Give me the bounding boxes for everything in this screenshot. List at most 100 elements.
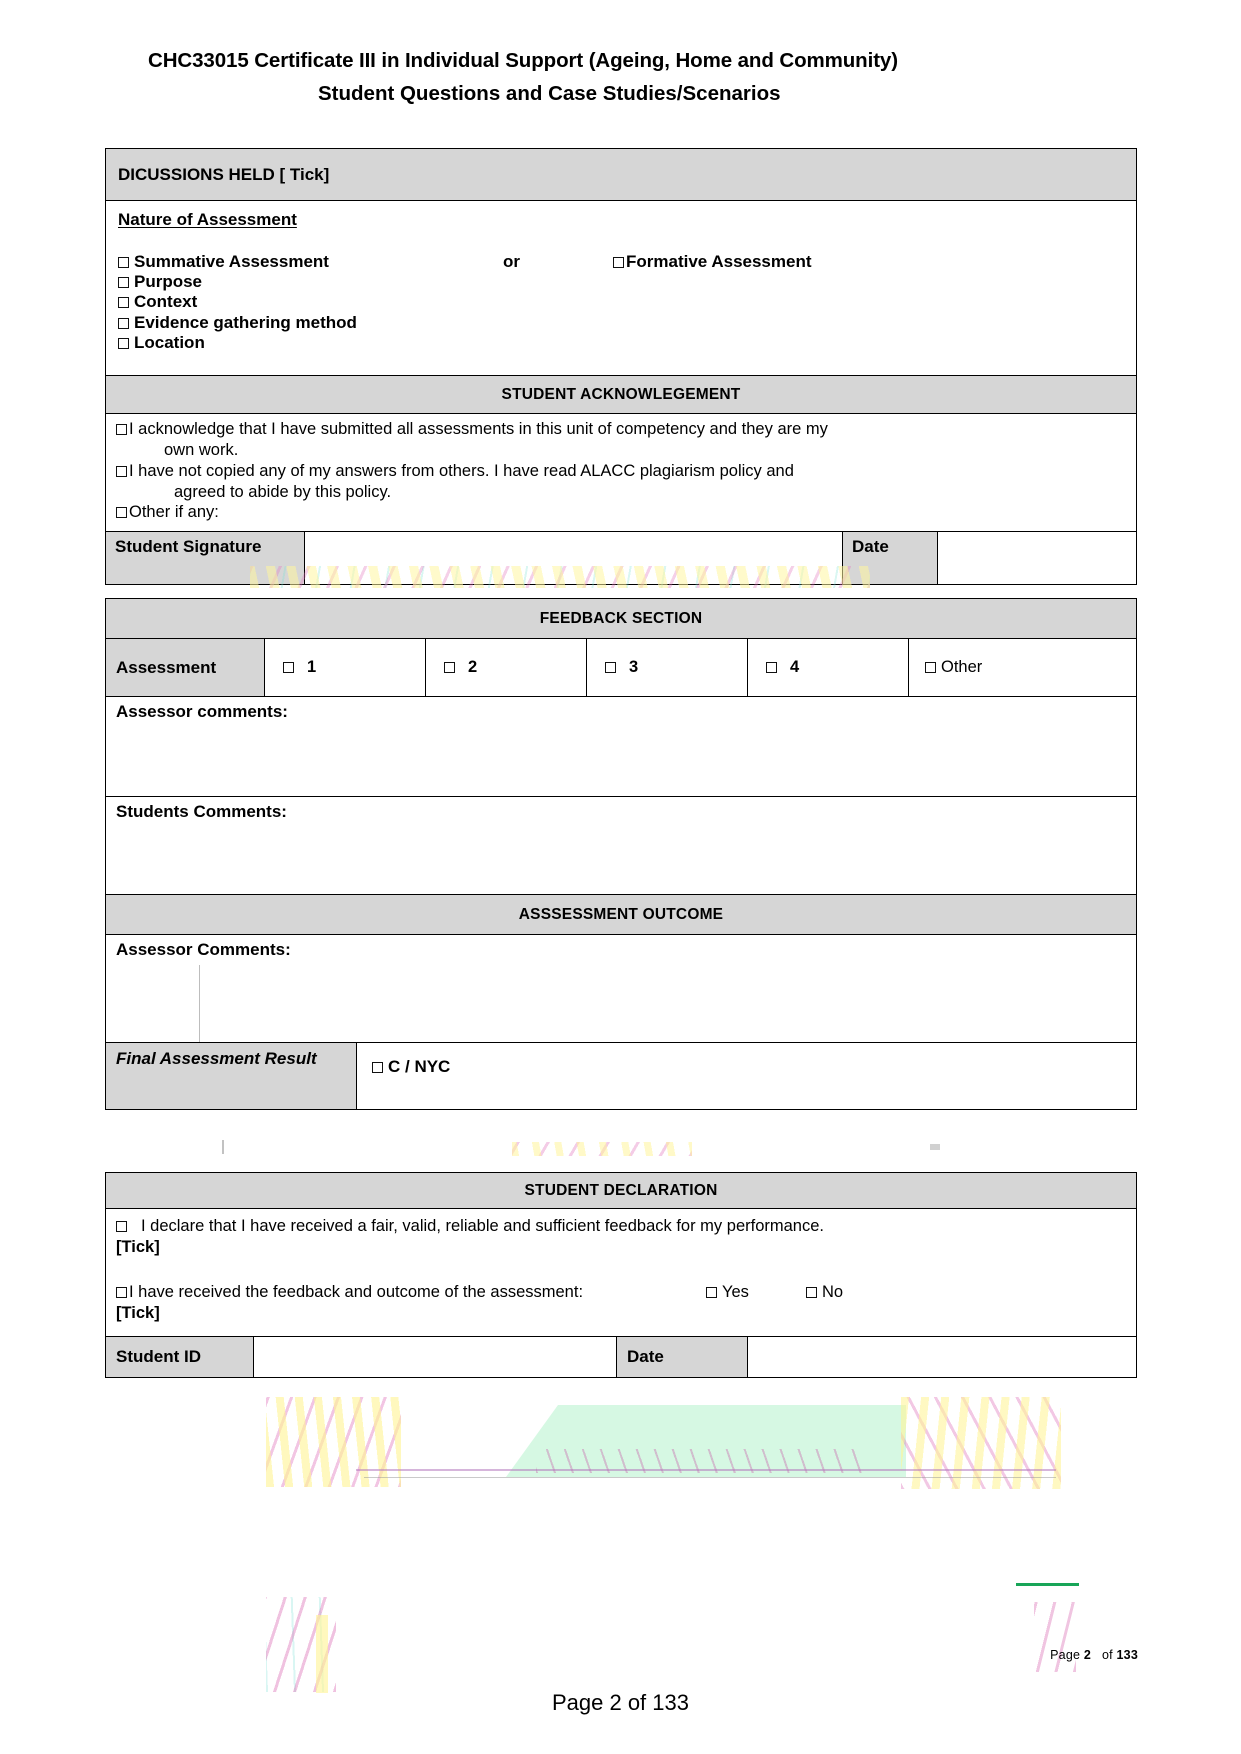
checkbox-received-feedback-yes[interactable]: Yes [706,1282,806,1303]
checkbox-formative-assessment[interactable]: Formative Assessment [613,252,812,272]
inner-column-rule [199,965,200,1042]
assessment-outcome-heading: ASSSESSMENT OUTCOME [106,895,1136,935]
student-acknowledgement-heading-label: STUDENT ACKNOWLEGEMENT [501,385,741,403]
checkbox-icon[interactable] [116,507,127,519]
scan-artifact-students-yellow [316,1615,328,1693]
checkbox-icon[interactable] [118,317,129,329]
student-signature-label: Student Signature [106,532,305,585]
checkbox-icon[interactable] [116,1221,127,1232]
location-label: Location [134,332,205,352]
feedback-section-table: FEEDBACK SECTION Assessment 1 2 3 4 Othe… [105,598,1137,1693]
checkbox-acknowledge-own-work[interactable]: I acknowledge that I have submitted all … [116,419,1126,439]
checkbox-assessment-other[interactable]: Other [909,639,1136,696]
checkbox-received-feedback[interactable]: I have received the feedback and outcome… [116,1282,706,1303]
checkbox-assessment-2[interactable]: 2 [426,639,587,696]
acknowledge-own-work-label-cont: own work. [164,441,239,460]
final-result-label: C / NYC [388,1057,451,1076]
student-acknowledgement-heading: STUDENT ACKNOWLEGEMENT [106,376,1136,414]
page-title: CHC33015 Certificate III in Individual S… [148,49,898,72]
scan-artifact-tail-2 [930,1144,940,1150]
checkbox-other-if-any[interactable]: Other if any: [116,502,1126,522]
scan-artifact-strike-2 [364,1477,1056,1478]
no-label: No [822,1283,844,1302]
checkbox-summative-assessment[interactable]: Summative Assessment [118,252,503,272]
declare-fair-feedback-label: I declare that I have received a fair, v… [141,1217,824,1235]
footer-page-of: of [1102,1648,1113,1662]
scan-artifact-band-2 [512,1142,692,1156]
assessment-other-label: Other [941,658,983,676]
checkbox-assessment-1[interactable]: 1 [265,639,426,696]
checkbox-icon[interactable] [118,257,129,268]
student-declaration-body: I declare that I have received a fair, v… [106,1209,1136,1337]
checkbox-icon[interactable] [444,662,455,673]
checkbox-received-feedback-no[interactable]: No [806,1282,843,1303]
summative-formative-row: Summative Assessment or Formative Assess… [118,252,1124,272]
feedback-section-heading: FEEDBACK SECTION [106,599,1136,639]
checkbox-purpose[interactable]: Purpose [118,272,1124,292]
checkbox-icon[interactable] [925,662,936,673]
scan-artifact-strike [356,1469,1056,1471]
checkbox-icon[interactable] [116,465,127,477]
or-separator: or [503,252,520,271]
student-id-date-label: Date [617,1336,748,1377]
assessor-comments-field-2[interactable]: Assessor Comments: [106,935,1136,1043]
assessor-comments-label-2: Assessor Comments: [116,940,291,959]
checkbox-icon[interactable] [766,662,777,673]
checkbox-icon[interactable] [118,297,129,309]
checkbox-icon[interactable] [116,1287,127,1299]
checkbox-icon[interactable] [613,257,624,268]
final-assessment-result-row: Final Assessment Result C / NYC [106,1043,1136,1109]
checkbox-icon[interactable] [116,424,127,435]
scan-artifact-scribble [536,1449,866,1473]
document-header: CHC33015 Certificate III in Individual S… [148,48,1098,107]
footer-page-prefix: Page [1050,1648,1081,1662]
footer-page-total: 133 [1116,1648,1138,1662]
assessor-comments-field-1[interactable]: Assessor comments: [106,697,1136,1489]
checkbox-assessment-4[interactable]: 4 [748,639,909,696]
student-acknowledgement-body: I acknowledge that I have submitted all … [106,414,1136,533]
checkbox-icon[interactable] [118,337,129,349]
assessment-4-label: 4 [790,658,800,676]
checkbox-icon[interactable] [372,1062,383,1073]
students-comments-label: Students Comments: [116,802,287,821]
final-assessment-result-label: Final Assessment Result [106,1043,357,1109]
formative-label: Formative Assessment [626,252,812,271]
received-feedback-label: I have received the feedback and outcome… [129,1283,584,1302]
accent-rule [1016,1583,1079,1586]
checkbox-icon[interactable] [806,1287,817,1299]
checkbox-icon[interactable] [706,1287,717,1299]
assessment-options-row: Assessment 1 2 3 4 Other [106,639,1136,697]
checkbox-context[interactable]: Context [118,292,1124,312]
discussions-held-table: DICUSSIONS HELD [ Tick] Nature of Assess… [105,148,1137,586]
scan-artifact-green [506,1405,906,1477]
scan-artifact-tail [222,1140,224,1154]
student-signature-field[interactable] [305,532,843,585]
assessment-label: Assessment [106,639,265,696]
student-id-field[interactable] [254,1336,617,1377]
yes-label: Yes [722,1283,749,1302]
assessment-2-label: 2 [468,658,478,676]
student-declaration-heading-label: STUDENT DECLARATION [524,1181,718,1199]
checkbox-icon[interactable] [605,662,616,673]
checkbox-declare-fair-feedback[interactable]: I declare that I have received a fair, v… [116,1216,1126,1237]
checkbox-final-result[interactable]: C / NYC [357,1043,1136,1109]
student-declaration-table: STUDENT DECLARATION I declare that I hav… [105,1172,1137,1378]
nature-of-assessment-label: Nature of Assessment [118,210,297,229]
checkbox-location[interactable]: Location [118,333,1124,353]
students-comments-field[interactable]: Students Comments: [106,797,1136,1693]
evidence-label: Evidence gathering method [134,312,357,332]
document-page: CHC33015 Certificate III in Individual S… [0,0,1241,1754]
checkbox-assessment-3[interactable]: 3 [587,639,748,696]
declare-fair-feedback-tick: [Tick] [116,1237,160,1256]
student-id-date-field[interactable] [748,1337,1136,1377]
summative-label: Summative Assessment [134,252,329,271]
checkbox-evidence-gathering-method[interactable]: Evidence gathering method [118,313,1124,333]
no-plagiarism-label-cont: agreed to abide by this policy. [174,482,392,501]
checkbox-icon[interactable] [283,662,294,673]
checkbox-icon[interactable] [118,277,129,289]
signature-date-field[interactable] [938,532,1136,584]
scan-artifact-yellow-right [901,1397,1061,1489]
student-id-label: Student ID [106,1336,254,1377]
nature-of-assessment-section: Nature of Assessment Summative Assessmen… [106,201,1136,376]
checkbox-no-plagiarism[interactable]: I have not copied any of my answers from… [116,461,1126,481]
